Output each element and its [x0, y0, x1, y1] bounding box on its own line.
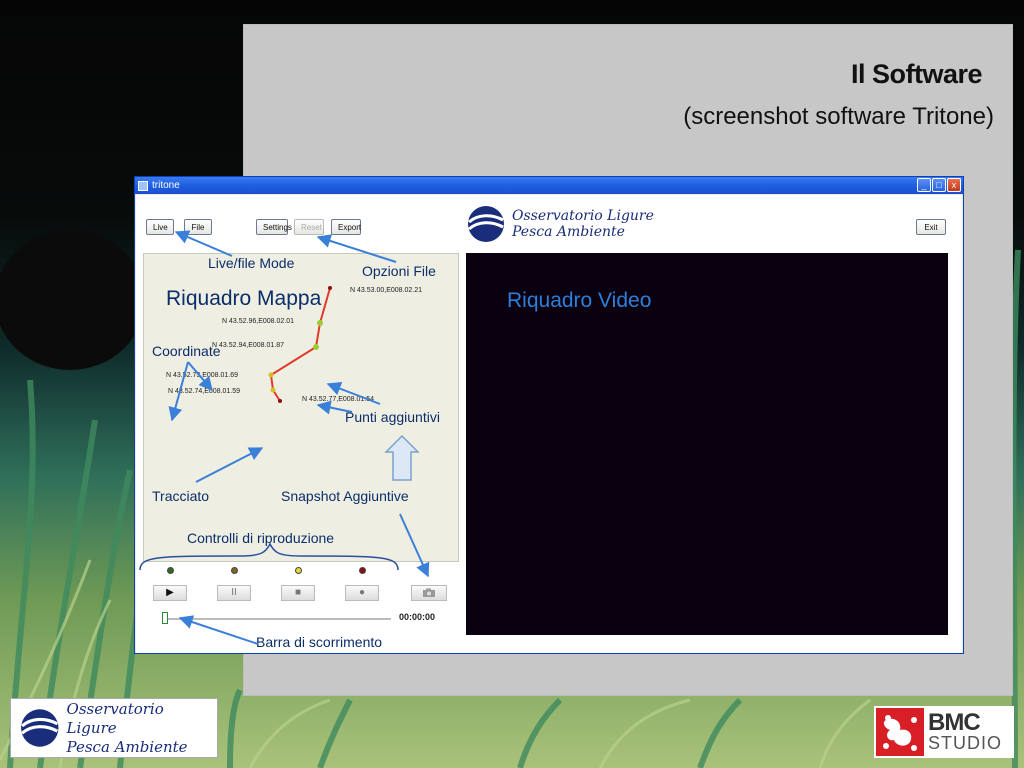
footer-logo-line1: Osservatorio Ligure	[66, 699, 164, 737]
slide-title: Il Software	[850, 59, 983, 89]
pause-button[interactable]: II	[217, 585, 251, 601]
annotation-barra-scorrimento: Barra di scorrimento	[256, 634, 383, 650]
play-button[interactable]: ▶	[153, 585, 187, 601]
maximize-button[interactable]: □	[932, 178, 946, 192]
close-button[interactable]: x	[947, 178, 961, 192]
track-point	[268, 372, 274, 378]
bmc-gecko-icon	[876, 708, 924, 756]
bmc-sub-text: STUDIO	[928, 733, 1003, 753]
annotation-opzioni-file: Opzioni File	[362, 263, 436, 279]
app-logo-line2: Pesca Ambiente	[512, 224, 625, 240]
slide-subtitle: (screenshot software Tritone)	[683, 103, 994, 130]
coordinate-label: N 43.53.00,E008.02.21	[350, 287, 423, 294]
app-logo: Osservatorio Ligure Pesca Ambiente	[466, 200, 676, 248]
scroll-bar-track[interactable]	[163, 618, 391, 620]
play-status-led	[167, 567, 174, 574]
stop-button[interactable]: ■	[281, 585, 315, 601]
record-status-led	[359, 567, 366, 574]
exit-button[interactable]: Exit	[916, 219, 946, 235]
minimize-button[interactable]: _	[917, 178, 931, 192]
coordinate-label: N 43.52.73,E008.01.69	[166, 372, 239, 379]
export-button[interactable]: Export	[331, 219, 361, 235]
track-point	[317, 320, 323, 326]
track-point	[270, 387, 276, 393]
camera-icon	[423, 588, 435, 597]
annotation-live-file-mode: Live/file Mode	[208, 255, 295, 271]
snapshot-button[interactable]	[411, 585, 447, 601]
coordinate-label: N 43.52.94,E008.01.87	[212, 342, 285, 349]
coordinate-label: N 43.52.77,E008.01.54	[302, 396, 375, 403]
annotation-coordinate: Coordinate	[152, 343, 221, 359]
annotation-riquadro-video: Riquadro Video	[507, 289, 652, 312]
record-icon: ●	[358, 587, 366, 598]
stop-icon: ■	[294, 587, 302, 598]
footer-logo-line2: Pesca Ambiente	[66, 737, 188, 756]
pause-icon: II	[231, 587, 237, 598]
play-icon: ▶	[166, 587, 174, 598]
window-titlebar[interactable]: tritone _ □ x	[135, 177, 963, 194]
track-point	[278, 399, 282, 403]
bmc-studio-logo: BMC STUDIO	[874, 706, 1014, 758]
bmc-main-text: BMC	[928, 709, 981, 736]
file-button[interactable]: File	[184, 219, 212, 235]
stop-status-led	[295, 567, 302, 574]
tritone-window: tritone _ □ x Live File Settings Reset E…	[134, 176, 964, 654]
annotation-punti-aggiuntivi: Punti aggiuntivi	[345, 409, 440, 425]
settings-button[interactable]: Settings	[256, 219, 292, 235]
coordinate-label: N 43.52.74,E008.01.59	[168, 388, 241, 395]
coordinate-label: N 43.52.96,E008.02.01	[222, 318, 295, 325]
playback-controls: ▶ II ■ ● 00:00:00	[143, 563, 457, 643]
playback-time: 00:00:00	[399, 612, 436, 622]
record-button[interactable]: ●	[345, 585, 379, 601]
wave-logo-icon	[21, 709, 59, 747]
annotation-controlli-riproduzione: Controlli di riproduzione	[187, 530, 335, 546]
annotation-snapshot-aggiuntive: Snapshot Aggiuntive	[281, 488, 409, 504]
track-point	[328, 286, 332, 290]
pause-status-led	[231, 567, 238, 574]
live-button[interactable]: Live	[146, 219, 174, 235]
scroll-bar-thumb[interactable]	[162, 612, 168, 624]
app-icon	[138, 180, 148, 191]
annotation-tracciato: Tracciato	[152, 488, 210, 504]
app-logo-line1: Osservatorio Ligure	[512, 208, 654, 224]
track-point	[313, 344, 319, 350]
annotation-riquadro-mappa: Riquadro Mappa	[166, 287, 322, 310]
reset-button[interactable]: Reset	[294, 219, 324, 235]
footer-osservatorio-logo: Osservatorio Ligure Pesca Ambiente	[10, 698, 218, 758]
wave-logo-icon	[468, 206, 504, 242]
window-title: tritone	[152, 180, 180, 191]
